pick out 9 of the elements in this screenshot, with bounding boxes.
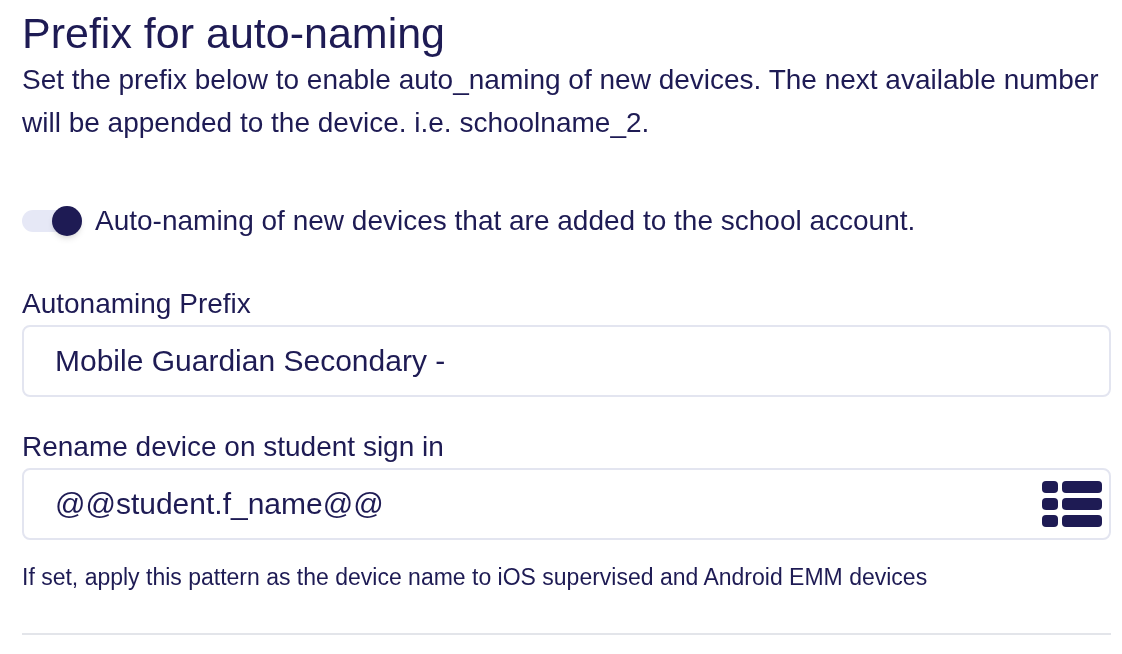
section-description: Set the prefix below to enable auto_naming of new devices. The next available number will be appended to the device. i.e. schoolname_2. [22, 63, 1100, 140]
input-field[interactable]: @@student.f_name@@ [22, 468, 1111, 540]
input-field[interactable]: Mobile Guardian Secondary - [22, 325, 1111, 397]
list-icon[interactable] [1042, 481, 1102, 527]
toggle-label: Auto-naming of new devices that are added to the school account. [95, 204, 916, 238]
field-label: Autonaming Prefix [22, 287, 251, 321]
section-title: Prefix for auto-naming [22, 9, 446, 57]
field-label: Rename device on student sign in [22, 430, 444, 464]
help-text: If set, apply this pattern as the device name to iOS supervised and Android EMM devices [22, 563, 928, 591]
